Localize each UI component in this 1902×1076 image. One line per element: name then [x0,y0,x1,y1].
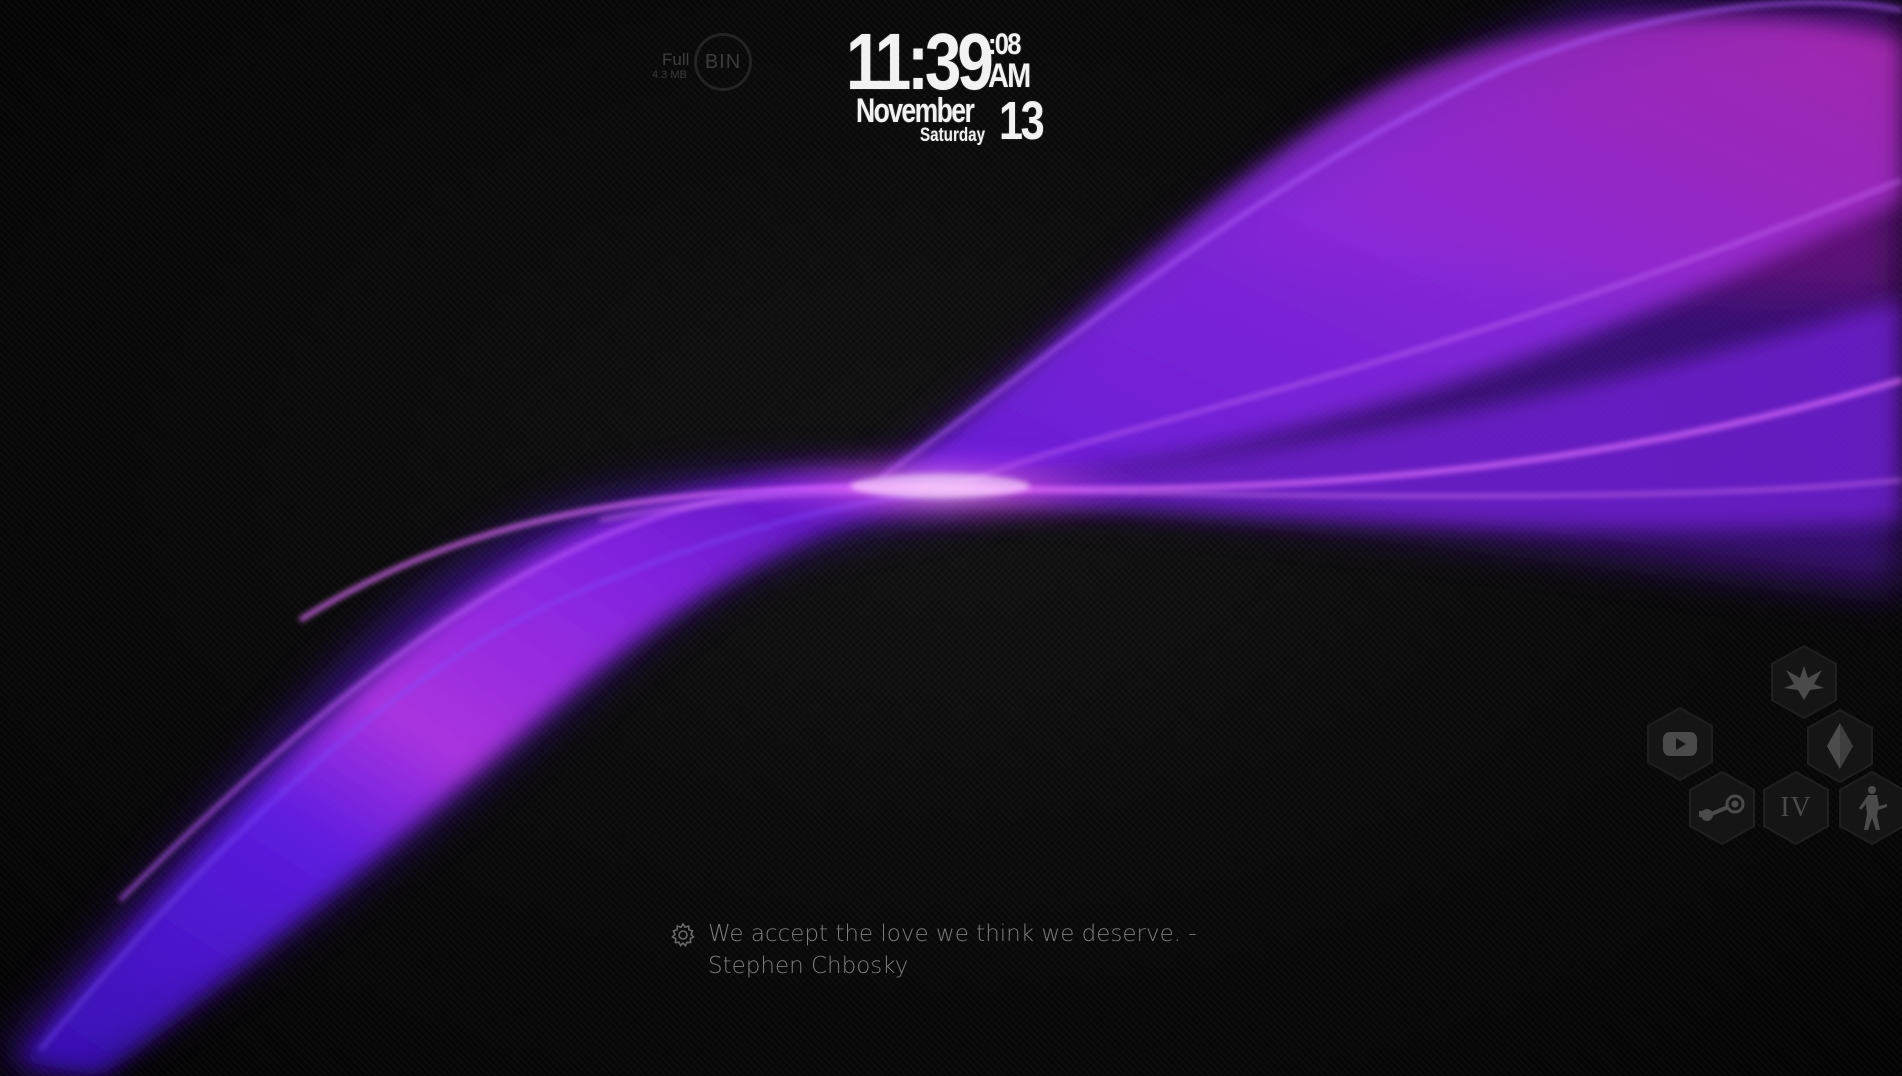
clock-day: 13 [999,91,1045,151]
recycle-bin-status: Full [662,50,690,69]
recycle-bin-widget[interactable]: Full 4.3 MB BIN [648,32,760,100]
desktop[interactable]: Full 4.3 MB BIN 11:39 :08 AM November 13… [0,0,1902,1076]
gear-icon[interactable] [670,922,696,948]
clock-month: November [856,92,975,130]
clock-weekday: Saturday [920,125,986,146]
clock-hours-minutes: 11:39 [846,17,994,106]
recycle-bin-label: BIN [704,50,742,73]
launcher-gta-iv[interactable]: IV [1762,770,1830,846]
recycle-bin-size: 4.3 MB [652,69,687,81]
steam-icon [1688,770,1756,846]
roman-four-icon: IV [1762,770,1830,846]
clock-seconds: :08 [988,28,1021,61]
quote-text: We accept the love we think we deserve. … [708,921,1197,979]
launcher-counter-strike[interactable] [1838,770,1902,846]
gta-iv-label: IV [1780,792,1812,823]
clock-ampm: AM [988,57,1031,95]
recycle-bin-button[interactable]: BIN [694,33,752,91]
launcher-steam[interactable] [1688,770,1756,846]
clock-widget: 11:39 :08 AM November 13 Saturday [838,22,1068,152]
wallpaper-ribbon [0,0,1902,1076]
soldier-icon [1838,770,1902,846]
